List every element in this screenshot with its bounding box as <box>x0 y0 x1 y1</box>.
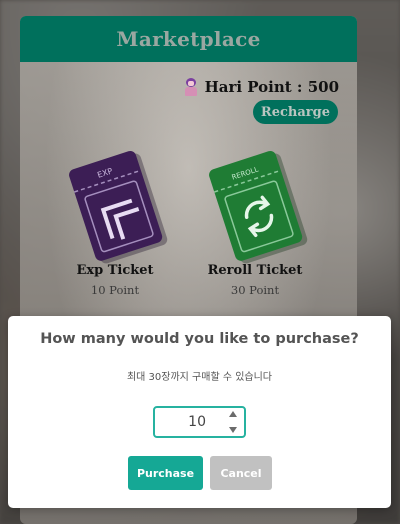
recharge-button[interactable]: Recharge <box>252 100 338 124</box>
exp-ticket-icon: EXP <box>69 150 168 264</box>
purchase-dialog: How many would you like to purchase? 최대 … <box>8 316 391 508</box>
purchase-button[interactable]: Purchase <box>128 456 203 490</box>
dialog-subtitle: 최대 30장까지 구매할 수 있습니다 <box>126 372 273 383</box>
chevron-up-icon[interactable] <box>229 411 237 417</box>
reroll-ticket-name: Reroll Ticket <box>207 263 303 278</box>
marketplace-title: Marketplace <box>116 27 261 51</box>
hari-point-text: Hari Point : 500 <box>204 78 339 96</box>
reroll-ticket-price: 30 Point <box>230 283 280 297</box>
chevron-down-icon[interactable] <box>229 427 237 433</box>
hari-point-display: Hari Point : 500 <box>183 78 339 96</box>
exp-ticket-name: Exp Ticket <box>76 263 154 278</box>
reroll-ticket-card[interactable]: REROLL <box>200 144 310 264</box>
dialog-title: How many would you like to purchase? <box>40 331 359 347</box>
quantity-stepper[interactable] <box>226 411 240 433</box>
marketplace-header: Marketplace <box>20 16 357 62</box>
exp-ticket-card[interactable]: EXP <box>60 144 170 264</box>
exp-ticket-price: 10 Point <box>90 283 140 297</box>
avatar-icon <box>183 78 199 96</box>
cancel-button[interactable]: Cancel <box>210 456 272 490</box>
reroll-ticket-icon: REROLL <box>209 150 308 264</box>
